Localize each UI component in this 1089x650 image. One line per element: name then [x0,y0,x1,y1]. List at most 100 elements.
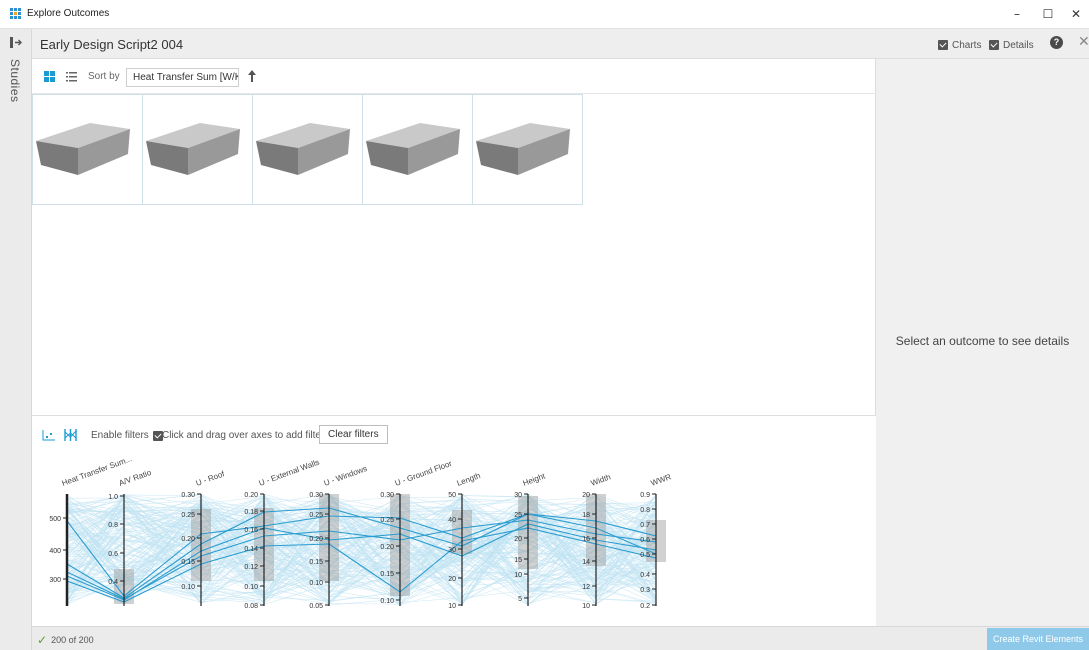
axis-tick-label: 0.05 [309,603,323,610]
axis-tick-label: 25 [514,512,522,519]
box-geometry-icon [36,123,130,175]
axis-tick-label: 0.15 [309,559,323,566]
grid-view-icon[interactable] [44,71,55,82]
details-label: Details [1003,39,1034,51]
app-grid-icon [10,8,21,19]
axis-tick-label: 0.18 [244,509,258,516]
axis-tick-label: 0.20 [380,544,394,551]
status-bar: ✓ 200 of 200 Create Revit Elements [32,626,1089,650]
axis-tick-label: 0.9 [640,492,650,499]
outcome-thumbnail[interactable] [32,94,143,205]
axis-tick-label: 0.15 [380,571,394,578]
axis-label: U - Windows [323,464,369,488]
create-revit-elements-button[interactable]: Create Revit Elements [987,628,1089,650]
studies-tab[interactable]: Studies [8,59,22,103]
minimize-button[interactable]: – [1005,4,1029,24]
axis-tick-label: 40 [448,517,456,524]
outcome-count-text: 200 of 200 [51,635,94,645]
axis-tick-label: 1.0 [108,494,118,501]
axis-tick-label: 0.30 [309,492,323,499]
axis-tick-label: 0.4 [108,579,118,586]
axis-label: Length [456,471,482,488]
axis-tick-label: 18 [582,512,590,519]
axis-tick-label: 0.20 [181,536,195,543]
axis-tick-label: 10 [582,603,590,610]
outcome-thumbnail[interactable] [472,94,583,205]
parallel-coordinates-panel: Enable filters Click and drag over axes … [32,415,876,626]
details-checkbox[interactable] [989,40,999,50]
box-geometry-icon [146,123,240,175]
parallel-coordinates-chart[interactable]: 500400300Heat Transfer Sum...1.00.80.60.… [32,416,876,627]
outcome-thumbnail[interactable] [142,94,253,205]
box-geometry-icon [366,123,460,175]
close-window-button[interactable]: ✕ [1064,4,1088,24]
axis-label: U - External Walls [258,458,321,488]
axis-label: U - Roof [195,469,227,488]
axis-tick-label: 30 [448,547,456,554]
axis-tick-label: 0.3 [640,587,650,594]
list-view-icon[interactable] [66,71,77,82]
axis-label: WWR [650,472,673,488]
outcomes-toolbar: Sort by Heat Transfer Sum [W/K] [32,59,876,94]
sort-select[interactable]: Heat Transfer Sum [W/K] [126,68,239,87]
outcome-thumbnail[interactable] [252,94,363,205]
axis-tick-label: 14 [582,559,590,566]
axis-tick-label: 0.10 [309,580,323,587]
charts-checkbox[interactable] [938,40,948,50]
axis-tick-label: 20 [448,576,456,583]
axis-label: A/V Ratio [118,468,153,488]
axis-tick-label: 0.20 [244,492,258,499]
axis-tick-label: 10 [514,572,522,579]
axis-tick-label: 500 [49,516,61,523]
axis-tick-label: 0.30 [181,492,195,499]
study-header: Early Design Script2 004 Charts Details … [32,29,1089,59]
axis-tick-label: 300 [49,577,61,584]
axis-tick-label: 10 [448,603,456,610]
axis-tick-label: 5 [518,596,522,603]
axis-tick-label: 16 [582,536,590,543]
axis-tick-label: 0.25 [181,512,195,519]
axis-tick-label: 0.6 [108,551,118,558]
axis-tick-label: 0.10 [380,598,394,605]
axis-tick-label: 0.30 [380,492,394,499]
axis-tick-label: 0.6 [640,537,650,544]
axis-tick-label: 0.10 [181,584,195,591]
box-geometry-icon [476,123,570,175]
maximize-button[interactable]: ☐ [1036,4,1060,24]
axis-tick-label: 15 [514,557,522,564]
axis-tick-label: 30 [514,492,522,499]
outcome-count: ✓ 200 of 200 [37,633,94,647]
axis-tick-label: 0.8 [640,507,650,514]
axis-label: U - Ground Floor [394,459,454,488]
help-icon[interactable]: ? [1050,36,1063,49]
sort-ascending-icon[interactable] [247,69,257,83]
sort-by-label: Sort by [88,71,120,82]
axis-tick-label: 12 [582,584,590,591]
charts-toggle[interactable]: Charts [938,38,981,52]
axis-tick-label: 400 [49,548,61,555]
details-empty-message: Select an outcome to see details [895,334,1070,348]
studies-rail: Studies [0,29,32,650]
axis-tick-label: 0.08 [244,603,258,610]
axis-tick-label: 0.20 [309,536,323,543]
axis-tick-label: 50 [448,492,456,499]
details-toggle[interactable]: Details [989,38,1034,52]
axis-tick-label: 0.7 [640,522,650,529]
axis-tick-label: 0.10 [244,584,258,591]
outcomes-main: Sort by Heat Transfer Sum [W/K] Enable f… [32,59,876,626]
details-pane: Select an outcome to see details [876,59,1089,626]
close-study-button[interactable]: ✕ [1078,33,1089,50]
expand-panel-icon[interactable] [10,37,23,48]
axis-tick-label: 0.25 [309,512,323,519]
axis-tick-label: 20 [514,536,522,543]
axis-tick-label: 20 [582,492,590,499]
axis-tick-label: 0.5 [640,552,650,559]
axis-tick-label: 0.15 [181,559,195,566]
axis-label: Height [522,471,548,488]
box-geometry-icon [256,123,350,175]
window-title: Explore Outcomes [27,8,110,19]
axis-tick-label: 0.16 [244,527,258,534]
outcome-thumbnails [32,94,583,205]
axis-tick-label: 0.8 [108,522,118,529]
outcome-thumbnail[interactable] [362,94,473,205]
